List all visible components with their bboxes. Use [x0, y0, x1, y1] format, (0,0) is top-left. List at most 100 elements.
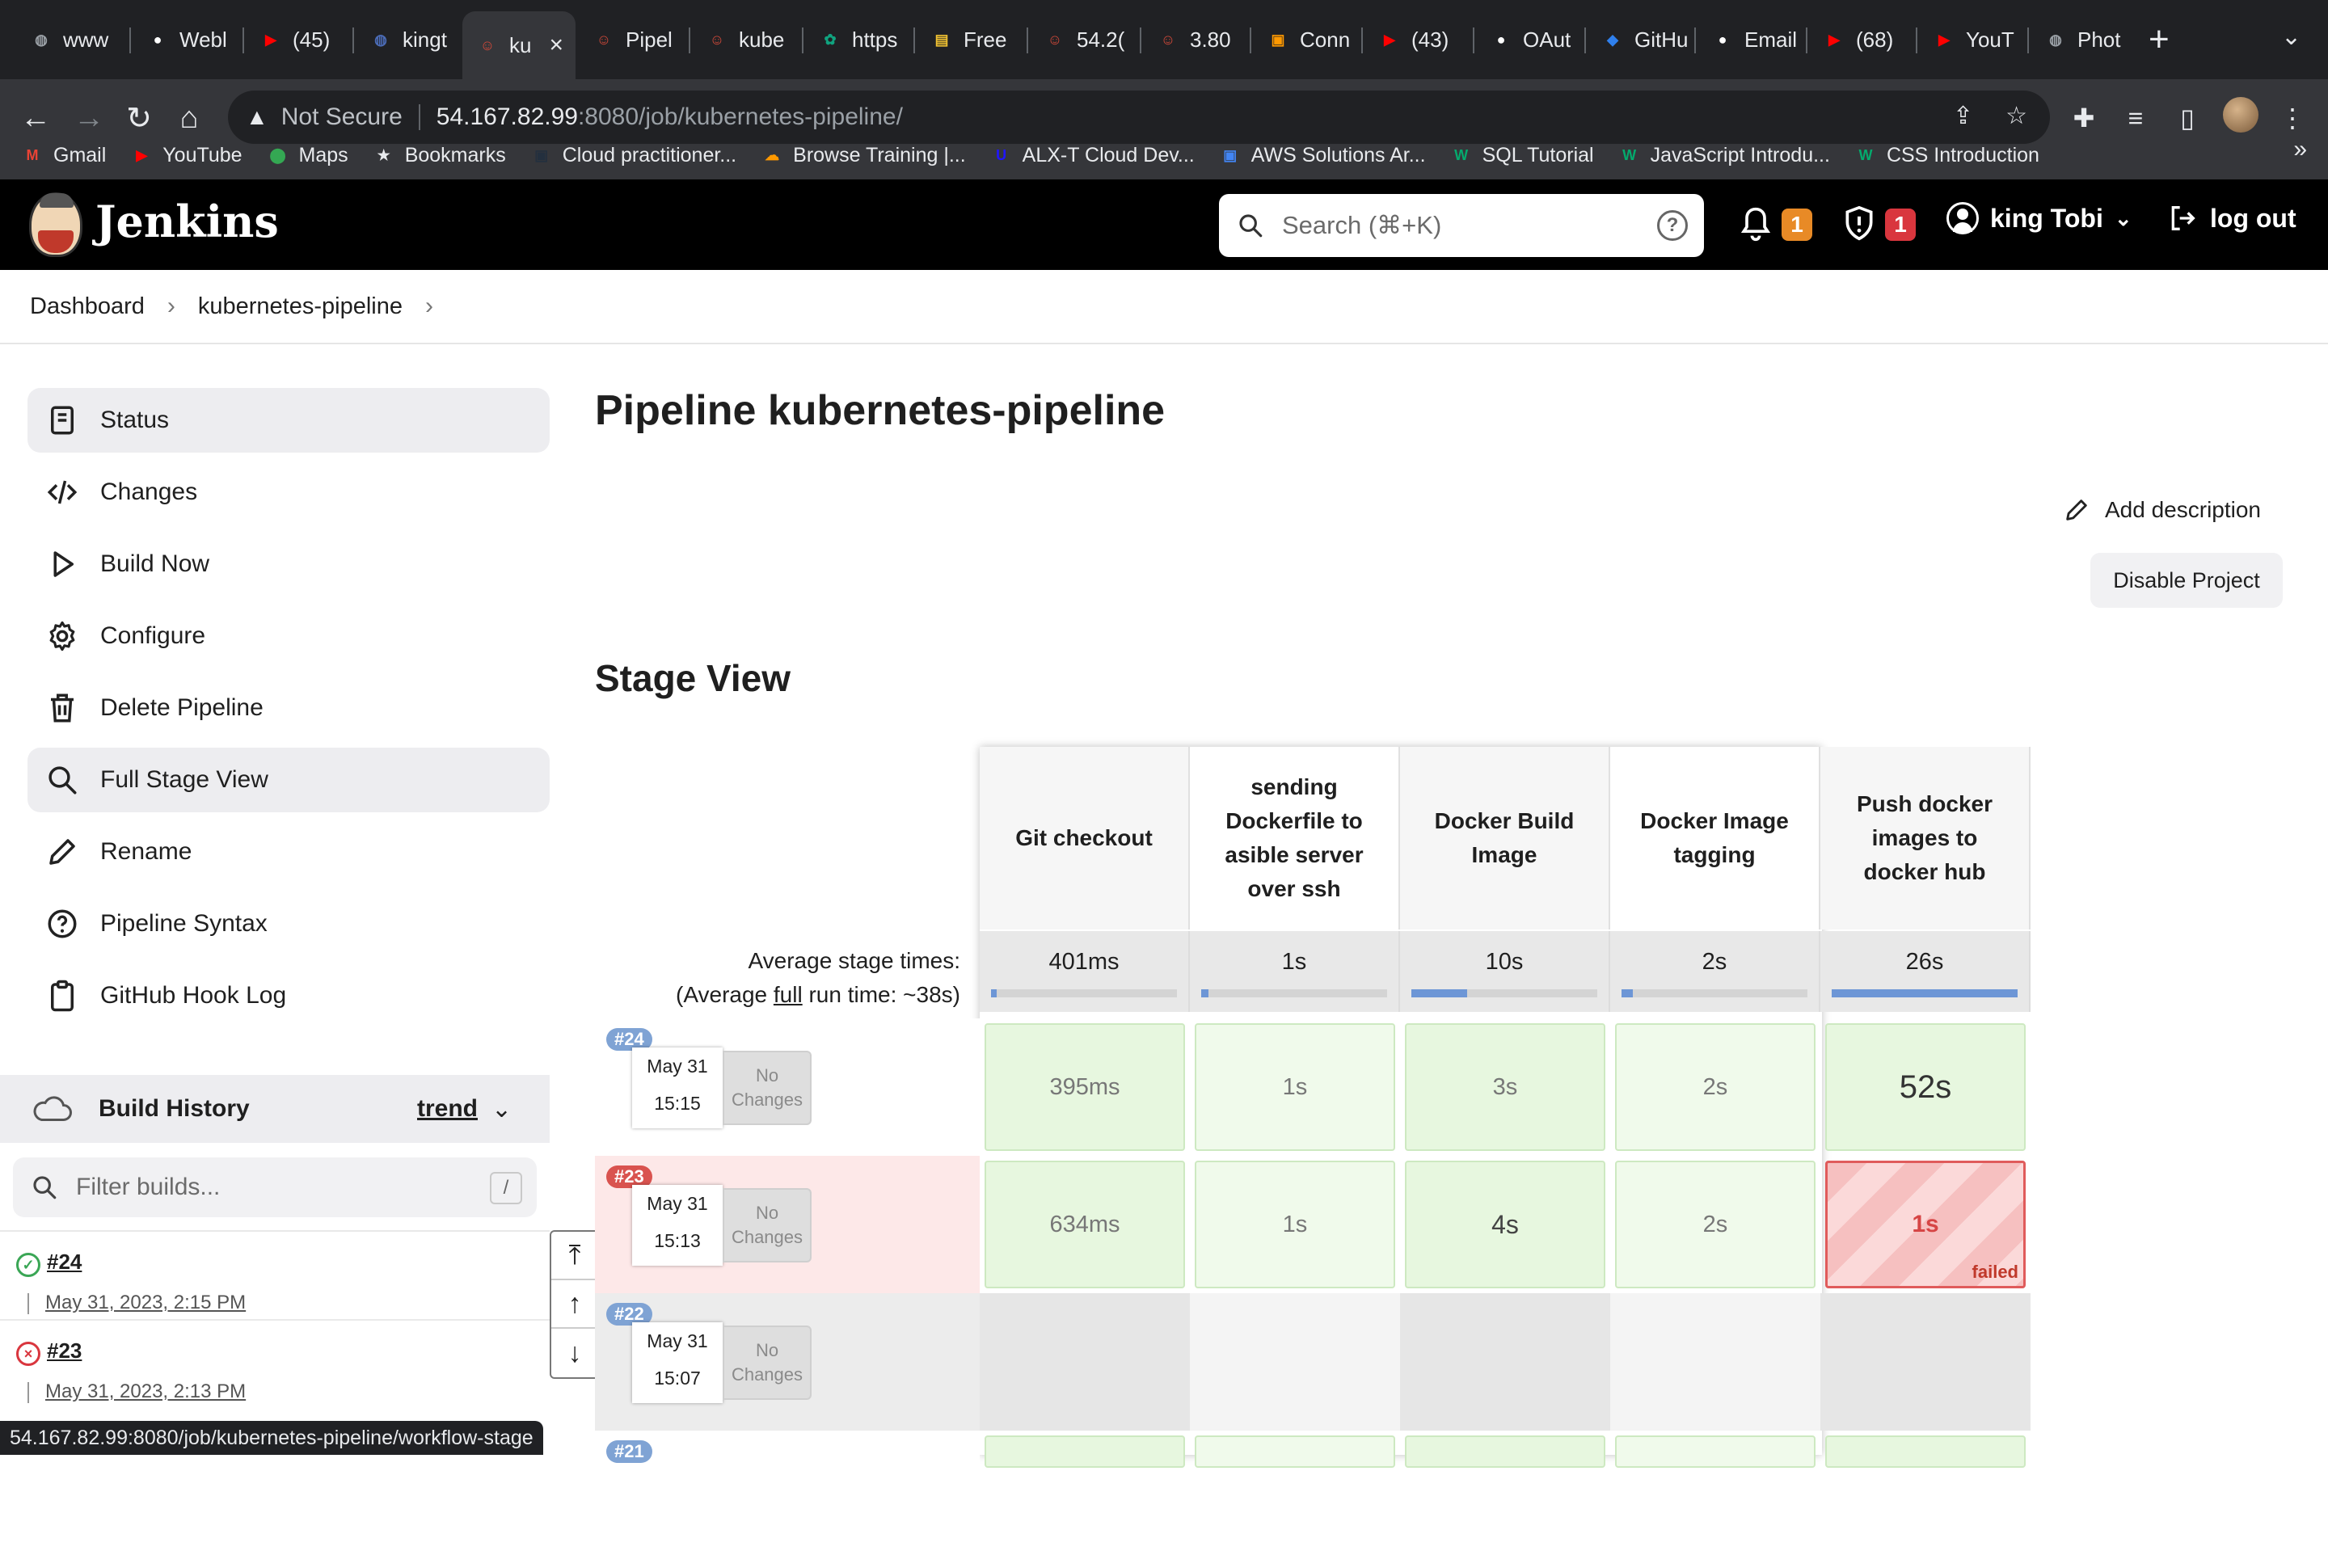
- stage-cell[interactable]: [1195, 1435, 1395, 1468]
- browser-tab[interactable]: ☺ 54.2(: [1030, 15, 1135, 65]
- jenkins-header: Jenkins ? 1 1 king Tobi ⌄ log out: [0, 179, 2328, 270]
- stage-cell-failed[interactable]: 1s failed: [1825, 1161, 2026, 1288]
- url-text[interactable]: 54.167.82.99:8080/job/kubernetes-pipelin…: [436, 103, 903, 131]
- stage-cell[interactable]: [1615, 1435, 1816, 1468]
- disable-project-button[interactable]: Disable Project: [2090, 553, 2283, 608]
- stage-cell[interactable]: 4s: [1405, 1161, 1605, 1288]
- bookmark-item[interactable]: W CSS Introduction: [1854, 144, 2039, 167]
- breadcrumb-dashboard[interactable]: Dashboard: [30, 293, 145, 320]
- stage-cell[interactable]: 3s: [1405, 1023, 1605, 1151]
- run-badge[interactable]: #21: [606, 1440, 652, 1463]
- sidebar-item-pipeline-syntax[interactable]: Pipeline Syntax: [27, 891, 550, 956]
- security-badge[interactable]: 1: [1885, 209, 1916, 241]
- filter-builds-box[interactable]: /: [13, 1157, 537, 1217]
- chevron-down-icon[interactable]: ⌄: [491, 1095, 512, 1123]
- full-run-link[interactable]: full: [774, 982, 803, 1007]
- stage-cell[interactable]: [1405, 1435, 1605, 1468]
- scroll-to-top-icon[interactable]: ⤒: [551, 1232, 598, 1280]
- new-tab-button[interactable]: +: [2149, 19, 2170, 60]
- browser-tab[interactable]: ☺ kube: [692, 15, 797, 65]
- bookmark-item[interactable]: ☁ Browse Training |...: [761, 144, 966, 167]
- bookmark-item[interactable]: ▶ YouTube: [130, 144, 242, 167]
- build-number-link[interactable]: #23: [47, 1338, 82, 1364]
- stage-cell[interactable]: [1825, 1435, 2026, 1468]
- jenkins-brand[interactable]: Jenkins: [95, 196, 279, 247]
- browser-tab[interactable]: ● Webl: [133, 15, 238, 65]
- browser-tab[interactable]: ▣ Conn: [1253, 15, 1358, 65]
- browser-tab[interactable]: ▶ (45): [246, 15, 351, 65]
- jenkins-logo[interactable]: [29, 192, 82, 257]
- user-menu[interactable]: king Tobi ⌄: [1946, 202, 2132, 234]
- stage-cell[interactable]: 2s: [1615, 1023, 1816, 1151]
- browser-tab[interactable]: ● OAut: [1476, 15, 1581, 65]
- bell-icon[interactable]: [1738, 204, 1773, 244]
- stage-cell[interactable]: [985, 1435, 1185, 1468]
- sidebar-item-changes[interactable]: Changes: [27, 460, 550, 525]
- sidebar-item-github-hook-log[interactable]: GitHub Hook Log: [27, 963, 550, 1028]
- scroll-down-arrow-icon[interactable]: ↓: [551, 1329, 598, 1377]
- bookmark-item[interactable]: ▣ AWS Solutions Ar...: [1219, 144, 1425, 167]
- sidebar-item-rename[interactable]: Rename: [27, 820, 550, 884]
- build-date-link[interactable]: May 31, 2023, 2:13 PM: [45, 1380, 246, 1403]
- stage-cell[interactable]: 1s: [1195, 1161, 1395, 1288]
- build-number-link[interactable]: #24: [47, 1250, 82, 1275]
- stage-cell[interactable]: 1s: [1195, 1023, 1395, 1151]
- filter-builds-input[interactable]: [74, 1173, 479, 1202]
- browser-tab[interactable]: ☺ ku ×: [462, 11, 576, 79]
- browser-tab[interactable]: ☺ 3.80: [1143, 15, 1248, 65]
- bookmarks-overflow-icon[interactable]: »: [2293, 136, 2307, 163]
- sidebar-item-configure[interactable]: Configure: [27, 604, 550, 668]
- jenkins-search-box[interactable]: ?: [1219, 194, 1704, 257]
- search-help-icon[interactable]: ?: [1657, 210, 1688, 241]
- stage-cell[interactable]: 395ms: [985, 1023, 1185, 1151]
- sidebar-item-full-stage-view[interactable]: Full Stage View: [27, 748, 550, 812]
- notifications-badge[interactable]: 1: [1782, 209, 1812, 241]
- share-icon[interactable]: ⇪: [1953, 102, 1973, 130]
- close-tab-icon[interactable]: ×: [549, 32, 563, 59]
- not-secure-label[interactable]: Not Secure: [281, 103, 403, 131]
- browser-tab[interactable]: ▶ (43): [1364, 15, 1470, 65]
- sidebar-item-build-now[interactable]: Build Now: [27, 532, 550, 596]
- stage-cell[interactable]: 52s: [1825, 1023, 2026, 1151]
- browser-tab[interactable]: ● Email: [1698, 15, 1803, 65]
- bookmark-item[interactable]: U ALX-T Cloud Dev...: [990, 144, 1195, 167]
- build-date-link[interactable]: May 31, 2023, 2:15 PM: [45, 1292, 246, 1314]
- browser-tab[interactable]: ▶ YouT: [1919, 15, 2024, 65]
- bookmark-item[interactable]: M Gmail: [21, 144, 107, 167]
- failed-x-icon: ×: [16, 1342, 40, 1366]
- chevron-right-icon[interactable]: ›: [425, 293, 433, 320]
- browser-tab[interactable]: ◍ kingt: [356, 15, 461, 65]
- no-changes-box[interactable]: No Changes: [723, 1051, 812, 1125]
- bookmark-item[interactable]: ★ Bookmarks: [373, 144, 506, 167]
- trend-link[interactable]: trend: [417, 1095, 478, 1123]
- no-changes-box[interactable]: No Changes: [723, 1326, 812, 1400]
- bookmark-item[interactable]: W JavaScript Introdu...: [1618, 144, 1830, 167]
- sidebar-item-status[interactable]: Status: [27, 388, 550, 453]
- browser-tab[interactable]: ◆ GitHu: [1588, 15, 1693, 65]
- aws-icon: ▣: [1271, 31, 1285, 48]
- add-description-link[interactable]: Add description: [2063, 496, 2261, 524]
- browser-tab[interactable]: ◍ www: [16, 15, 121, 65]
- stage-header: Docker Image tagging: [1610, 747, 1820, 929]
- browser-tab[interactable]: ☺ Pipel: [579, 15, 684, 65]
- sidebar-item-delete-pipeline[interactable]: Delete Pipeline: [27, 676, 550, 740]
- search-input[interactable]: [1280, 210, 1636, 241]
- logout-link[interactable]: log out: [2166, 202, 2296, 234]
- browser-tab[interactable]: ✿ https: [805, 15, 910, 65]
- bookmark-item[interactable]: W SQL Tutorial: [1450, 144, 1594, 167]
- browser-tab[interactable]: ▤ Free: [917, 15, 1022, 65]
- no-changes-box[interactable]: No Changes: [723, 1188, 812, 1262]
- browser-tab[interactable]: ◍ Phot: [2031, 15, 2136, 65]
- play-icon: [53, 551, 74, 577]
- shield-icon[interactable]: [1841, 204, 1877, 244]
- bookmark-item[interactable]: ▣ Cloud practitioner...: [530, 144, 736, 167]
- stage-cell[interactable]: 634ms: [985, 1161, 1185, 1288]
- tab-search-chevron-icon[interactable]: ⌄: [2281, 23, 2301, 51]
- scroll-up-arrow-icon[interactable]: ↑: [551, 1280, 598, 1329]
- bookmark-item[interactable]: ⬤ Maps: [267, 144, 348, 167]
- stage-cell[interactable]: 2s: [1615, 1161, 1816, 1288]
- profile-avatar[interactable]: [2223, 97, 2258, 133]
- breadcrumb-kubernetes-pipeline[interactable]: kubernetes-pipeline: [198, 293, 403, 320]
- bookmark-star-icon[interactable]: ☆: [2005, 102, 2027, 130]
- browser-tab[interactable]: ▶ (68): [1809, 15, 1914, 65]
